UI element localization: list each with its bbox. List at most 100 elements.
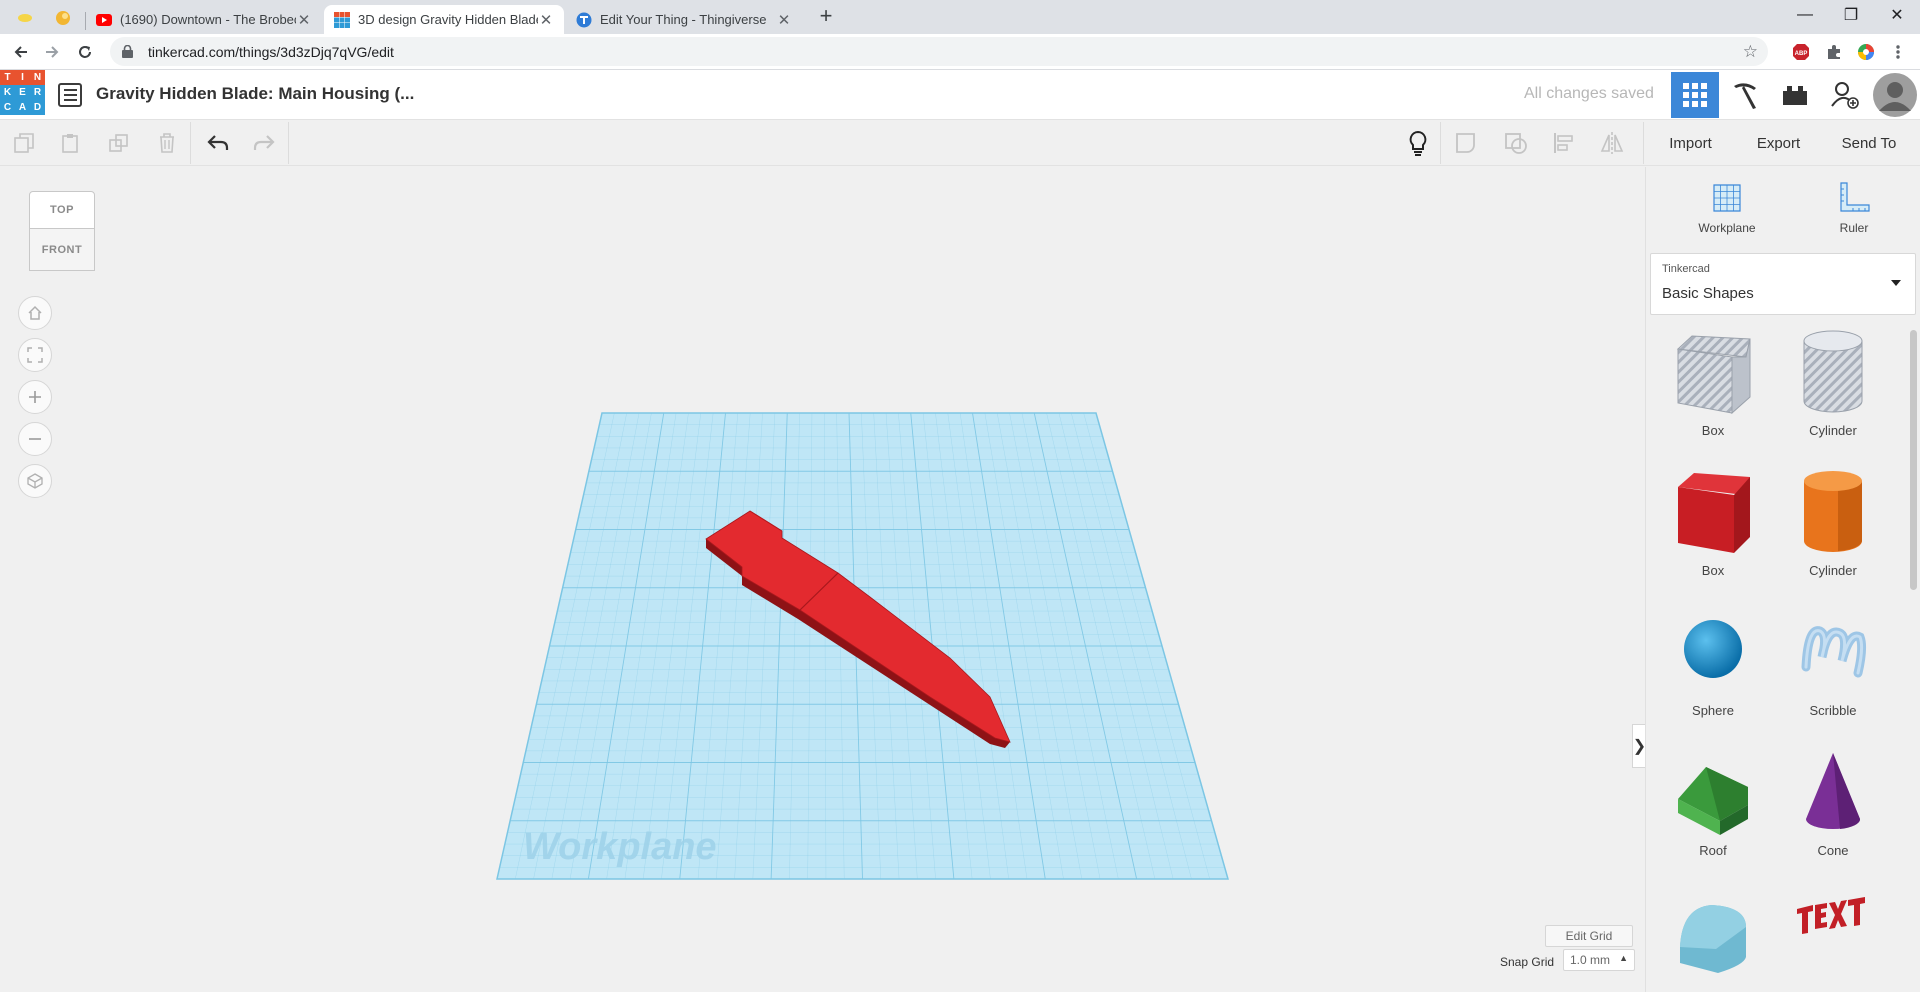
address-bar[interactable]: tinkercad.com/things/3d3zDjq7qVG/edit ☆ — [110, 37, 1768, 66]
shape-label: Box — [1701, 563, 1725, 578]
perspective-cube-icon — [27, 473, 43, 489]
logo-letter: I — [15, 70, 30, 85]
shape-grid: Box Cylinder Box Cylinder Sphere Scribbl… — [1646, 327, 1908, 992]
user-avatar[interactable] — [1871, 72, 1919, 118]
tab-tinkercad[interactable]: 3D design Gravity Hidden Blade ✕ — [324, 5, 564, 34]
mirror-icon — [1600, 132, 1624, 154]
paste-button[interactable] — [56, 128, 86, 158]
shape-label: Sphere — [1692, 703, 1734, 718]
new-tab-button[interactable]: + — [813, 5, 839, 28]
logo-letter: K — [0, 85, 15, 100]
align-button[interactable] — [1549, 128, 1579, 158]
shape-text[interactable] — [1778, 887, 1888, 992]
paste-icon — [62, 134, 78, 153]
edit-toolbar: Import Export Send To — [0, 120, 1920, 166]
shape-label: Box — [1701, 423, 1725, 438]
shape-sphere[interactable]: Sphere — [1658, 607, 1768, 727]
youtube-icon — [96, 13, 112, 26]
delete-button[interactable] — [152, 128, 182, 158]
home-view-button[interactable] — [18, 296, 52, 330]
maximize-button[interactable]: ❐ — [1828, 0, 1874, 30]
browser-toolbar: tinkercad.com/things/3d3zDjq7qVG/edit ☆ … — [0, 34, 1920, 70]
shape-label: Cylinder — [1809, 423, 1857, 438]
extensions-puzzle-icon[interactable] — [1823, 41, 1845, 63]
shape-label: Cone — [1817, 843, 1849, 858]
tinkercad-logo[interactable]: TINKERCAD — [0, 70, 46, 116]
shape-hole-box[interactable]: Box — [1658, 327, 1768, 447]
text-3d-icon — [1797, 897, 1865, 934]
redo-icon — [253, 135, 275, 150]
brick-icon — [1783, 86, 1807, 105]
design-title[interactable]: Gravity Hidden Blade: Main Housing (... — [96, 84, 414, 104]
tab-youtube[interactable]: (1690) Downtown - The Brobecks ✕ — [86, 5, 322, 34]
workplane-scene[interactable]: Workplane — [0, 167, 1644, 992]
shape-half-cylinder[interactable] — [1658, 887, 1768, 992]
export-button[interactable]: Export — [1741, 127, 1816, 159]
design-list-icon[interactable] — [58, 83, 82, 107]
3d-view-button[interactable] — [1671, 72, 1719, 118]
zoom-in-button[interactable] — [18, 380, 52, 414]
collapse-panel-button[interactable]: ❯ — [1632, 724, 1646, 768]
pinned-tab[interactable] — [48, 6, 78, 30]
undo-button[interactable] — [203, 128, 233, 158]
tab-thingiverse[interactable]: Edit Your Thing - Thingiverse ✕ — [566, 5, 802, 34]
duplicate-button[interactable] — [104, 128, 134, 158]
shape-scribble[interactable]: Scribble — [1778, 607, 1888, 727]
adblock-extension-icon[interactable]: ABP — [1790, 41, 1812, 63]
shape-list-scrollbar[interactable] — [1910, 330, 1917, 590]
close-tab-icon[interactable]: ✕ — [538, 11, 554, 29]
minimize-button[interactable]: — — [1782, 0, 1828, 30]
fit-all-icon — [27, 347, 43, 363]
forward-button[interactable] — [38, 38, 66, 66]
lock-icon — [122, 45, 136, 59]
workplane-tool-button[interactable]: Workplane — [1682, 181, 1772, 241]
browser-menu-icon[interactable] — [1887, 41, 1909, 63]
shape-hole-cylinder[interactable]: Cylinder — [1778, 327, 1888, 447]
notes-button[interactable] — [1403, 128, 1433, 158]
trash-icon — [160, 133, 174, 153]
bricks-view-button[interactable] — [1771, 72, 1819, 118]
tab-title: 3D design Gravity Hidden Blade — [358, 12, 538, 27]
edit-grid-button[interactable]: Edit Grid — [1545, 925, 1633, 947]
send-to-button[interactable]: Send To — [1829, 127, 1909, 159]
snap-grid-select[interactable]: 1.0 mm ▲ — [1563, 949, 1635, 971]
ungroup-button[interactable] — [1501, 128, 1531, 158]
perspective-button[interactable] — [18, 464, 52, 498]
view-cube-top[interactable]: TOP — [29, 191, 95, 229]
group-button[interactable] — [1452, 128, 1482, 158]
back-button[interactable] — [7, 38, 35, 66]
close-window-button[interactable]: ✕ — [1874, 0, 1920, 30]
view-cube[interactable]: TOP FRONT — [29, 191, 95, 271]
dropdown-caret-icon — [1891, 280, 1901, 286]
color-extension-icon[interactable] — [1855, 41, 1877, 63]
zoom-out-button[interactable] — [18, 422, 52, 456]
ruler-tool-label: Ruler — [1839, 221, 1869, 235]
copy-icon — [14, 133, 34, 153]
cone-icon — [1806, 753, 1861, 829]
3d-viewport[interactable]: Workplane TOP FRONT Edit Grid Snap Grid … — [0, 167, 1646, 992]
fit-view-button[interactable] — [18, 338, 52, 372]
pinned-tab[interactable] — [10, 6, 40, 30]
shape-box[interactable]: Box — [1658, 467, 1768, 587]
invite-user-button[interactable] — [1821, 72, 1869, 118]
close-tab-icon[interactable]: ✕ — [776, 11, 792, 29]
shape-cone[interactable]: Cone — [1778, 747, 1888, 867]
shape-roof[interactable]: Roof — [1658, 747, 1768, 867]
copy-button[interactable] — [9, 128, 39, 158]
close-tab-icon[interactable]: ✕ — [296, 11, 312, 29]
reload-button[interactable] — [71, 38, 99, 66]
ruler-tool-button[interactable]: Ruler — [1809, 181, 1899, 241]
import-button[interactable]: Import — [1653, 127, 1728, 159]
redo-button[interactable] — [249, 128, 279, 158]
shape-cylinder[interactable]: Cylinder — [1778, 467, 1888, 587]
ungroup-icon — [1505, 133, 1527, 154]
workplane-icon — [1713, 184, 1741, 212]
hole-box-icon — [1676, 335, 1751, 415]
view-cube-front[interactable]: FRONT — [29, 229, 95, 271]
save-status: All changes saved — [1524, 85, 1654, 102]
bookmark-star-icon[interactable]: ☆ — [1743, 42, 1758, 62]
shape-library-select[interactable]: Tinkercad Basic Shapes — [1650, 253, 1916, 315]
mirror-button[interactable] — [1597, 128, 1627, 158]
cylinder-icon — [1804, 471, 1862, 552]
minecraft-view-button[interactable] — [1721, 72, 1769, 118]
